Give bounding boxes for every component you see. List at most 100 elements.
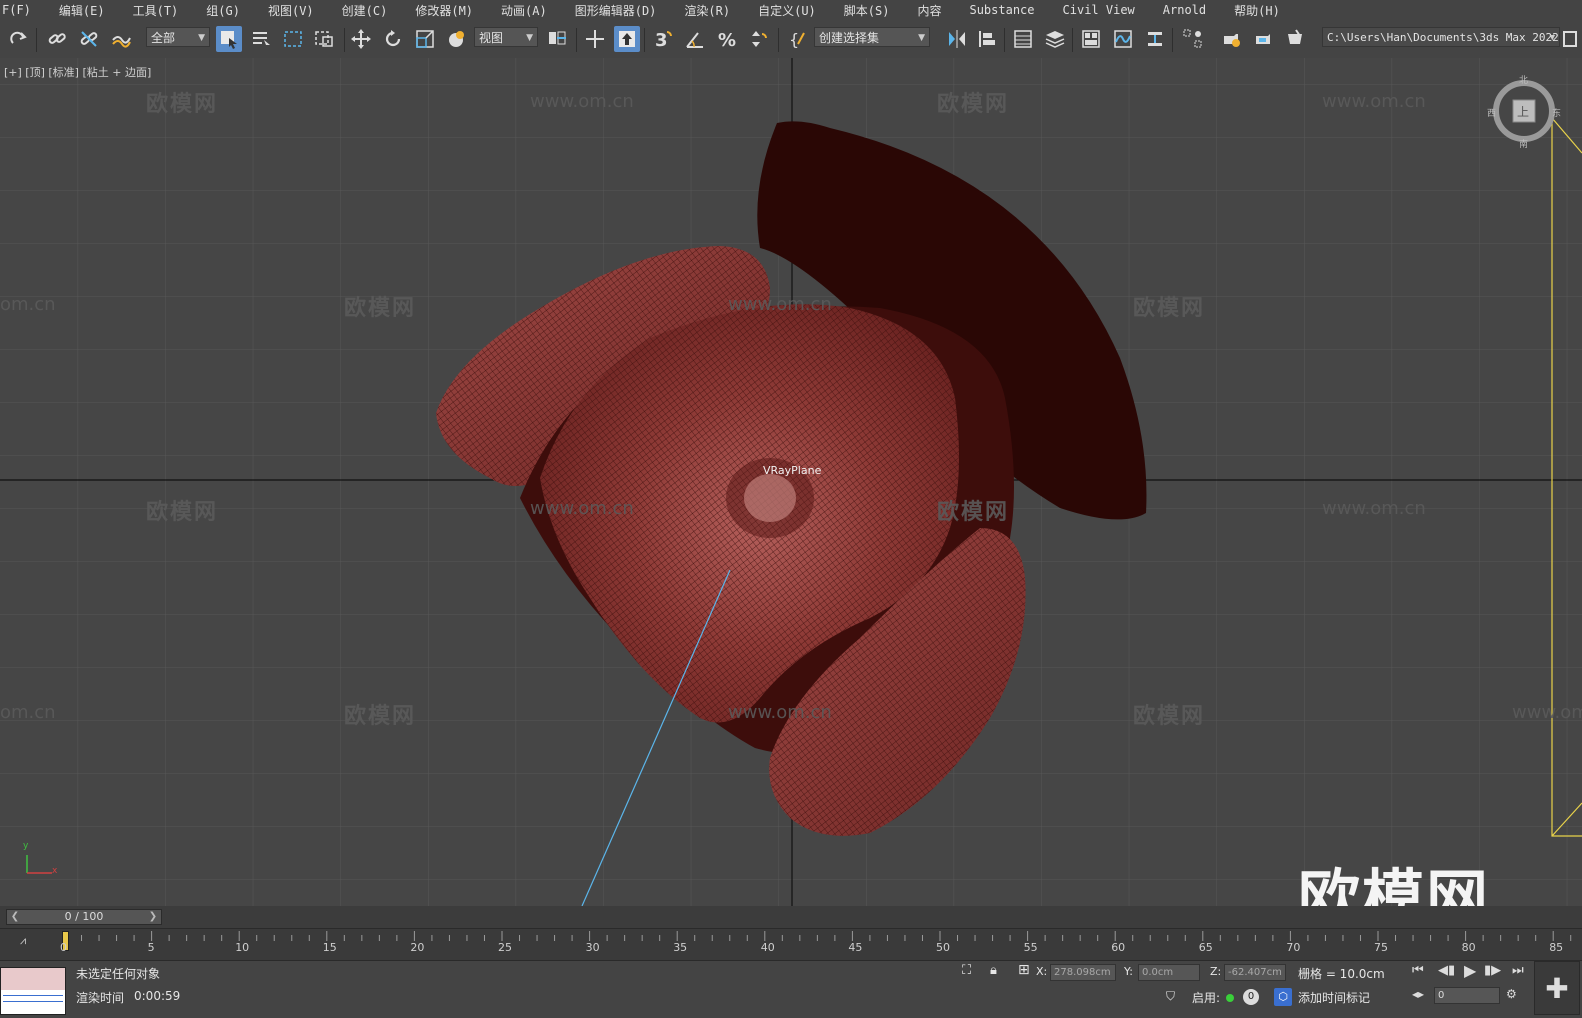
- menu-item[interactable]: 内容: [903, 2, 955, 19]
- angle-snap-icon[interactable]: [682, 26, 708, 52]
- next-frame-icon[interactable]: ▮▶︎: [1484, 963, 1501, 978]
- viewcube-south[interactable]: 南: [1519, 137, 1528, 150]
- menu-item[interactable]: 渲染(R): [670, 2, 744, 19]
- menu-item[interactable]: 视图(V): [254, 2, 328, 19]
- align-icon[interactable]: [974, 26, 1000, 52]
- menu-item[interactable]: 组(G): [192, 2, 254, 19]
- key-mode-icon[interactable]: ◂▸: [1412, 987, 1424, 1001]
- watermark: www.om.cn: [530, 91, 634, 112]
- rectangular-selection-icon[interactable]: [280, 26, 306, 52]
- place-icon[interactable]: [444, 26, 470, 52]
- current-frame-field[interactable]: 0: [1434, 987, 1500, 1004]
- snaps-toggle-icon[interactable]: 3: [650, 26, 676, 52]
- track-bar[interactable]: ⩘ 0 5 10 15 20 25 30 35 40 45 50 55 60 65 70 75 80 85: [0, 928, 1582, 961]
- object-label[interactable]: VRayPlane: [763, 464, 821, 477]
- scene-explorer-icon[interactable]: [1010, 26, 1036, 52]
- viewcube[interactable]: 上 北 南 西 东: [1487, 73, 1561, 150]
- spinner-snap-icon[interactable]: [746, 26, 772, 52]
- menu-item[interactable]: 自定义(U): [744, 2, 830, 19]
- link-icon[interactable]: [44, 26, 70, 52]
- z-coordinate-field[interactable]: -62.407cm: [1224, 964, 1286, 981]
- unlink-icon[interactable]: [76, 26, 102, 52]
- menu-item[interactable]: 图形编辑器(D): [561, 2, 671, 19]
- reference-coordinate-dropdown[interactable]: 视图 ▼: [474, 27, 538, 47]
- select-object-icon[interactable]: [216, 26, 242, 52]
- project-folder-icon[interactable]: [1560, 26, 1582, 52]
- render-production-icon[interactable]: [1282, 26, 1308, 52]
- scale-icon[interactable]: [412, 26, 438, 52]
- named-selection-value: 创建选择集: [819, 31, 880, 45]
- enable-label: 启用:: [1192, 991, 1221, 1005]
- bind-spacewarp-icon[interactable]: [108, 26, 134, 52]
- menu-item[interactable]: 创建(C): [328, 2, 402, 19]
- schematic-view-icon[interactable]: [1142, 26, 1168, 52]
- edit-named-selection-icon[interactable]: {: [784, 26, 810, 52]
- time-tag-icon[interactable]: ⬡: [1274, 988, 1292, 1006]
- x-coordinate-field[interactable]: 278.098cm: [1050, 964, 1116, 981]
- redo-icon[interactable]: [6, 26, 32, 52]
- menu-item[interactable]: 脚本(S): [830, 2, 904, 19]
- move-icon[interactable]: [348, 26, 374, 52]
- viewcube-north[interactable]: 北: [1519, 73, 1528, 86]
- y-coordinate-field[interactable]: 0.0cm: [1138, 964, 1200, 981]
- lock-icon[interactable]: 🔒︎: [990, 963, 997, 978]
- render-setup-icon[interactable]: [1218, 26, 1244, 52]
- maxscript-listener[interactable]: [0, 967, 66, 1015]
- mirror-icon[interactable]: [944, 26, 970, 52]
- pivot-center-icon[interactable]: [544, 26, 570, 52]
- x-label: X:: [1036, 965, 1048, 978]
- watermark: 欧模网: [1133, 704, 1206, 729]
- viewcube-face-label[interactable]: 上: [1517, 103, 1529, 120]
- adaptive-degradation-icon[interactable]: ⛉: [1166, 989, 1175, 1004]
- previous-frame-icon[interactable]: ◀︎▮: [1438, 963, 1455, 978]
- time-configuration-icon[interactable]: ⚙︎: [1506, 987, 1517, 1001]
- percent-snap-icon[interactable]: %: [714, 26, 740, 52]
- named-selection-dropdown[interactable]: 创建选择集 ▼: [814, 27, 930, 47]
- isolate-selection-icon[interactable]: ⛶: [962, 963, 971, 978]
- grid-size: 栅格 = 10.0cm: [1298, 967, 1385, 981]
- rotate-icon[interactable]: [380, 26, 406, 52]
- menu-item[interactable]: Arnold: [1149, 3, 1220, 17]
- watermark: www.om.cn: [1322, 91, 1426, 112]
- menu-item[interactable]: F(F): [0, 3, 45, 17]
- z-label: Z:: [1210, 965, 1222, 978]
- selection-filter-dropdown[interactable]: 全部 ▼: [146, 27, 210, 47]
- menu-item[interactable]: Civil View: [1049, 3, 1149, 17]
- viewcube-west[interactable]: 西: [1487, 106, 1496, 119]
- watermark: www.om.cn: [1512, 702, 1582, 723]
- menu-item[interactable]: 工具(T): [119, 2, 193, 19]
- menu-item[interactable]: Substance: [955, 3, 1048, 17]
- menu-item[interactable]: 帮助(H): [1220, 2, 1294, 19]
- prev-frame-icon[interactable]: ❮: [9, 910, 21, 924]
- track-tick-label: 45: [848, 941, 863, 954]
- menu-item[interactable]: 动画(A): [487, 2, 561, 19]
- toggle-ribbon-icon[interactable]: [1078, 26, 1104, 52]
- listener-input[interactable]: [1, 968, 65, 990]
- keyboard-shortcut-override-icon[interactable]: [614, 26, 640, 52]
- track-tick-label: 25: [498, 941, 512, 954]
- viewport-label[interactable]: [+] [顶] [标准] [粘土 + 边面]: [4, 64, 151, 80]
- viewport-top[interactable]: [+] [顶] [标准] [粘土 + 边面] 欧模网 www.om.cn 欧模网…: [0, 58, 1582, 907]
- zoom-extents-icon[interactable]: ✚: [1534, 961, 1580, 1015]
- selection-filter-value: 全部: [151, 31, 176, 45]
- select-by-name-icon[interactable]: [248, 26, 274, 52]
- play-icon[interactable]: ▶: [1464, 961, 1476, 980]
- absolute-mode-icon[interactable]: ⊞: [1018, 962, 1030, 978]
- project-path-dropdown[interactable]: C:\Users\Han\Documents\3ds Max 2022 ▼: [1322, 27, 1560, 47]
- menu-item[interactable]: 修改器(M): [401, 2, 487, 19]
- go-to-start-icon[interactable]: ⏮: [1412, 963, 1424, 978]
- select-manipulate-icon[interactable]: [582, 26, 608, 52]
- time-slider-thumb[interactable]: ❮ 0 / 100 ❯: [6, 909, 162, 925]
- viewcube-east[interactable]: 东: [1552, 106, 1561, 119]
- layer-explorer-icon[interactable]: [1042, 26, 1068, 52]
- svg-text:{: {: [789, 30, 799, 49]
- menu-item[interactable]: 编辑(E): [45, 2, 119, 19]
- enable-count[interactable]: 0: [1243, 989, 1259, 1005]
- curve-editor-icon[interactable]: [1110, 26, 1136, 52]
- rendered-frame-window-icon[interactable]: [1250, 26, 1276, 52]
- add-time-tag[interactable]: 添加时间标记: [1298, 989, 1370, 1006]
- go-to-end-icon[interactable]: ⏭: [1512, 963, 1524, 978]
- next-frame-icon[interactable]: ❯: [147, 910, 159, 924]
- window-crossing-icon[interactable]: [312, 26, 338, 52]
- material-editor-icon[interactable]: [1180, 26, 1206, 52]
